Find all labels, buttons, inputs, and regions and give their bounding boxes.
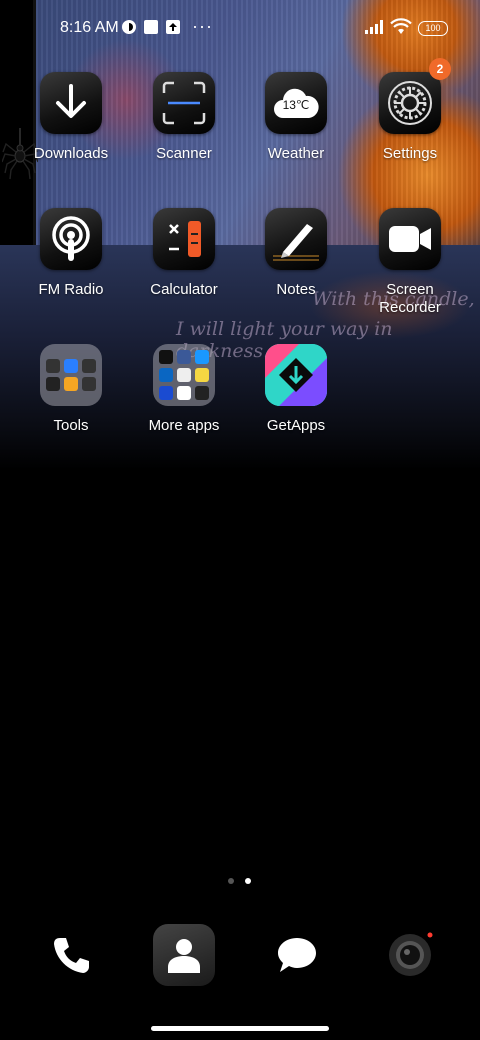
mini-app-icon — [195, 350, 209, 364]
phone-icon — [54, 938, 89, 973]
app-label: GetApps — [266, 417, 326, 434]
folder-more-apps[interactable]: More apps — [129, 344, 239, 435]
folder-icon — [153, 344, 215, 406]
video-camera-icon — [379, 208, 441, 270]
page-dot — [228, 878, 234, 884]
weather-temp: 13℃ — [282, 98, 310, 112]
mini-app-icon — [195, 386, 209, 400]
settings-gear-icon: 2 — [379, 58, 451, 134]
app-label: Notes — [276, 281, 316, 298]
camera-icon — [389, 932, 433, 976]
app-screen-recorder[interactable]: Screen Recorder — [355, 208, 465, 317]
mini-app-icon — [82, 377, 96, 391]
folder-tools[interactable]: Tools — [16, 344, 126, 435]
app-weather[interactable]: 13℃ Weather — [241, 72, 351, 163]
calculator-icon — [153, 208, 215, 270]
signal-icon — [365, 20, 383, 34]
mini-app-icon — [177, 386, 191, 400]
app-calculator[interactable]: Calculator — [129, 208, 239, 299]
app-settings[interactable]: 2 Settings — [355, 58, 465, 163]
home-gesture-bar[interactable] — [151, 1026, 329, 1031]
upload-icon — [166, 20, 180, 34]
battery-indicator: 100 — [418, 21, 448, 36]
mini-app-icon — [195, 368, 209, 382]
mini-app-icon — [159, 368, 173, 382]
radio-icon — [40, 208, 102, 270]
app-getapps[interactable]: GetApps — [241, 344, 351, 435]
app-label: FM Radio — [38, 281, 104, 298]
app-downloads[interactable]: Downloads — [16, 72, 126, 163]
notification-badge: 2 — [429, 58, 451, 80]
page-dot-active — [245, 878, 251, 884]
message-bubble-icon — [278, 938, 316, 972]
app-label: More apps — [148, 417, 220, 434]
app-label: Screen Recorder — [379, 281, 441, 316]
app-label: Scanner — [156, 145, 212, 162]
mini-app-icon — [159, 386, 173, 400]
weather-icon: 13℃ — [265, 72, 327, 134]
dock-messages[interactable] — [266, 924, 328, 986]
getapps-icon — [265, 344, 327, 406]
dock-phone[interactable] — [40, 924, 102, 986]
app-notes[interactable]: Notes — [241, 208, 351, 299]
mini-app-icon — [82, 359, 96, 373]
status-time: 8:16 AM — [60, 19, 119, 36]
notification-icon — [122, 20, 136, 34]
status-overflow: ··· — [192, 16, 213, 36]
app-label: Downloads — [33, 145, 109, 162]
dock-camera[interactable] — [379, 924, 441, 986]
mini-app-icon — [159, 350, 173, 364]
mini-app-icon — [177, 368, 191, 382]
mini-app-icon — [46, 359, 60, 373]
status-bar: 8:16 AM ··· 100 — [0, 0, 480, 56]
folder-icon — [40, 344, 102, 406]
mini-app-icon — [64, 377, 78, 391]
app-label: Weather — [267, 145, 325, 162]
mini-app-icon — [64, 359, 78, 373]
download-icon — [40, 72, 102, 134]
dock-contacts[interactable] — [153, 924, 215, 986]
app-scanner[interactable]: Scanner — [129, 72, 239, 163]
pen-icon — [265, 208, 327, 270]
mini-app-icon — [177, 350, 191, 364]
app-label: Settings — [382, 145, 438, 162]
app-fm-radio[interactable]: FM Radio — [16, 208, 126, 299]
square-icon — [144, 20, 158, 34]
scanner-icon — [153, 72, 215, 134]
app-label: Tools — [53, 417, 89, 434]
wifi-icon — [390, 18, 412, 34]
mini-app-icon — [46, 377, 60, 391]
contacts-icon — [168, 939, 200, 973]
app-label: Calculator — [150, 281, 218, 298]
